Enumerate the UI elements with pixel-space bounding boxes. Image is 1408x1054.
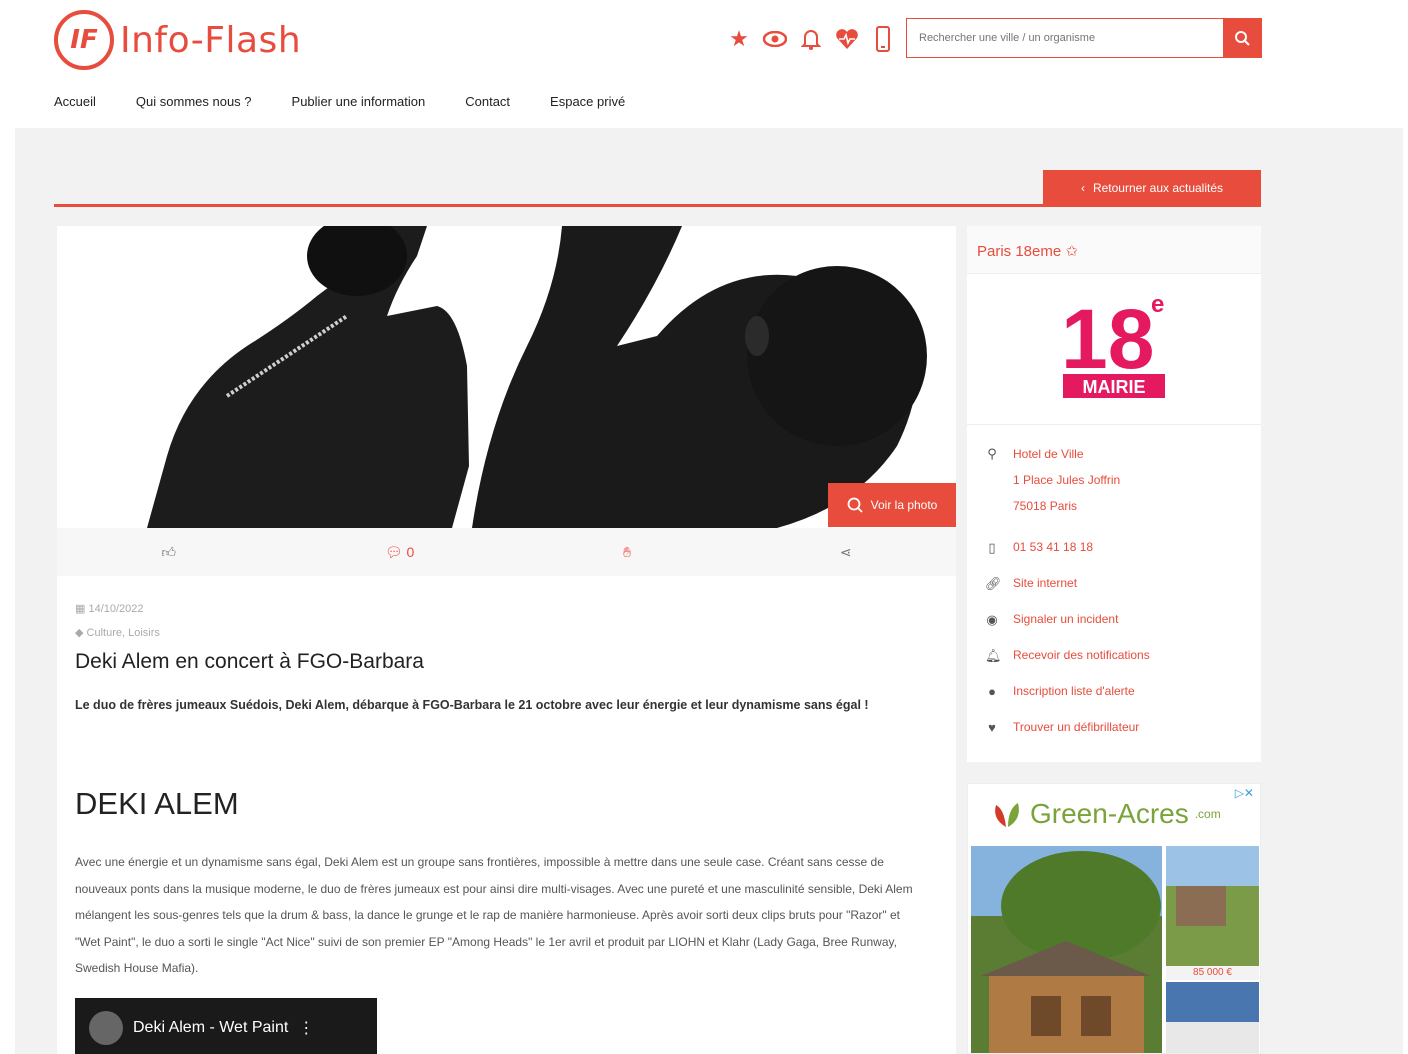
view-photo-label: Voir la photo: [870, 498, 938, 512]
logo-text: Info-Flash: [120, 19, 302, 61]
mairie-logo: 18 e MAIRIE: [1061, 291, 1165, 398]
search-bar: [906, 18, 1262, 58]
ad-brand-suffix: .com: [1194, 807, 1221, 821]
article-title: Deki Alem en concert à FGO-Barbara: [75, 650, 424, 673]
nav-item-publier[interactable]: Publier une information: [292, 94, 426, 109]
ad-brand-logo: Green-Acres .com: [990, 798, 1221, 830]
hand-heart-icon[interactable]: ✋︎: [623, 544, 631, 561]
sidebar-link-defibrillator[interactable]: ♥ Trouver un défibrillateur: [985, 720, 1139, 735]
article-card: Voir la photo 👍︎ 💬︎ 0 ✋︎ ⋖ ▦ 14/10/2022 …: [57, 226, 956, 1054]
channel-avatar: [89, 1011, 123, 1045]
view-photo-button[interactable]: Voir la photo: [828, 483, 956, 527]
tag-icon: ◆: [75, 627, 84, 639]
article-date-text: 14/10/2022: [88, 603, 144, 615]
top-icons: ★: [726, 22, 896, 56]
bell-icon[interactable]: [798, 24, 824, 54]
ad-house-photo[interactable]: [971, 846, 1162, 1053]
comments-count: 0: [406, 543, 415, 560]
sidebar-link-alert[interactable]: ● Inscription liste d'alerte: [985, 684, 1135, 699]
logo-mark: IF: [54, 10, 114, 70]
heart-icon[interactable]: [834, 24, 860, 54]
leaf-icon: [995, 803, 1019, 827]
heart-icon: ♥: [988, 720, 996, 735]
link-icon: 🔗︎: [985, 576, 1002, 591]
address-line: 75018 Paris: [1013, 499, 1078, 513]
sidebar-link-incident[interactable]: ◉ Signaler un incident: [985, 612, 1118, 628]
nav-item-contact[interactable]: Contact: [465, 94, 510, 109]
sidebar-link-label: Signaler un incident: [1013, 612, 1119, 626]
article-actions: 👍︎ 💬︎ 0 ✋︎ ⋖: [57, 528, 956, 576]
star-icon[interactable]: ★: [726, 24, 752, 54]
advertisement[interactable]: ▷✕ Green-Acres .com 85 000 €: [967, 783, 1261, 1054]
nav-item-espace-prive[interactable]: Espace privé: [550, 94, 625, 109]
main-nav: Accueil Qui sommes nous ? Publier une in…: [54, 94, 625, 109]
sidebar-link-notifications[interactable]: 🔔︎ Recevoir des notifications: [985, 648, 1150, 664]
article-category: ◆ Culture, Loisirs: [75, 626, 160, 639]
article-subheading: DEKI ALEM: [75, 786, 239, 821]
ad-house-photo[interactable]: [1166, 982, 1259, 1053]
map-pin-icon: ⚲: [987, 446, 997, 461]
sidebar-link-label: Site internet: [1013, 576, 1078, 590]
sidebar-link-label: Trouver un défibrillateur: [1013, 720, 1140, 734]
share-icon[interactable]: ⋖: [840, 544, 852, 561]
eye-icon: ◉: [986, 612, 998, 627]
article-lead: Le duo de frères jumeaux Suédois, Deki A…: [75, 698, 869, 712]
bell-icon: 🔔︎: [985, 648, 1002, 663]
phone-number: 01 53 41 18 18: [1013, 540, 1094, 554]
phone-icon: ▯: [988, 540, 996, 555]
back-button-label: Retourner aux actualités: [1092, 181, 1224, 195]
logo-label: MAIRIE: [1083, 377, 1146, 397]
search-button[interactable]: [1223, 19, 1261, 57]
video-embed[interactable]: Deki Alem - Wet Paint ⋮: [75, 998, 377, 1054]
city-sidebar: Paris 18eme ✩ 18 e MAIRIE ⚲ Hotel de Vil…: [967, 226, 1261, 762]
more-options-icon[interactable]: ⋮: [298, 1018, 314, 1038]
phone-icon[interactable]: [870, 24, 896, 54]
chat-icon: ●: [988, 684, 996, 699]
chevron-left-icon: ‹: [1080, 181, 1085, 195]
search-input[interactable]: [907, 19, 1223, 57]
city-title[interactable]: Paris 18eme ✩: [967, 226, 1261, 274]
search-icon: [1235, 31, 1250, 46]
sidebar-link-site[interactable]: 🔗︎ Site internet: [985, 576, 1077, 592]
video-title: Deki Alem - Wet Paint: [133, 1019, 289, 1036]
comments-icon: 💬︎: [384, 543, 403, 560]
back-to-news-button[interactable]: ‹ Retourner aux actualités: [1043, 170, 1261, 206]
divider: [967, 424, 1261, 425]
article-category-text[interactable]: Culture, Loisirs: [87, 627, 160, 639]
divider: [54, 204, 1261, 207]
nav-item-accueil[interactable]: Accueil: [54, 94, 96, 109]
article-date: ▦ 14/10/2022: [75, 602, 144, 615]
city-address: ⚲ Hotel de Ville 1 Place Jules Joffrin 7…: [985, 446, 1120, 514]
sidebar-link-label: Inscription liste d'alerte: [1013, 684, 1135, 698]
ad-price: 85 000 €: [1166, 966, 1259, 980]
eye-icon[interactable]: [762, 24, 788, 54]
nav-item-qui-sommes-nous[interactable]: Qui sommes nous ?: [136, 94, 252, 109]
address-line: 1 Place Jules Joffrin: [1013, 473, 1121, 487]
calendar-icon: ▦: [75, 603, 86, 615]
logo-sup: e: [1151, 291, 1164, 318]
site-header: IF Info-Flash ★ Accueil Qui sommes nous …: [0, 0, 1408, 128]
ad-choices-icon[interactable]: ▷✕: [1235, 786, 1254, 800]
search-icon: [847, 497, 863, 513]
comments-button[interactable]: 💬︎ 0: [385, 544, 414, 561]
article-hero-image[interactable]: Voir la photo: [57, 226, 956, 528]
site-logo[interactable]: IF Info-Flash: [54, 10, 301, 70]
logo-number: 18: [1061, 292, 1154, 386]
city-phone[interactable]: ▯ 01 53 41 18 18: [985, 540, 1093, 556]
ad-house-photo[interactable]: [1166, 846, 1259, 966]
ad-brand: Green-Acres: [1030, 798, 1189, 829]
like-icon[interactable]: 👍︎: [161, 544, 176, 561]
article-body: Avec une énergie et un dynamisme sans ég…: [75, 855, 913, 975]
sidebar-link-label: Recevoir des notifications: [1013, 648, 1150, 662]
address-line: Hotel de Ville: [1013, 447, 1084, 461]
